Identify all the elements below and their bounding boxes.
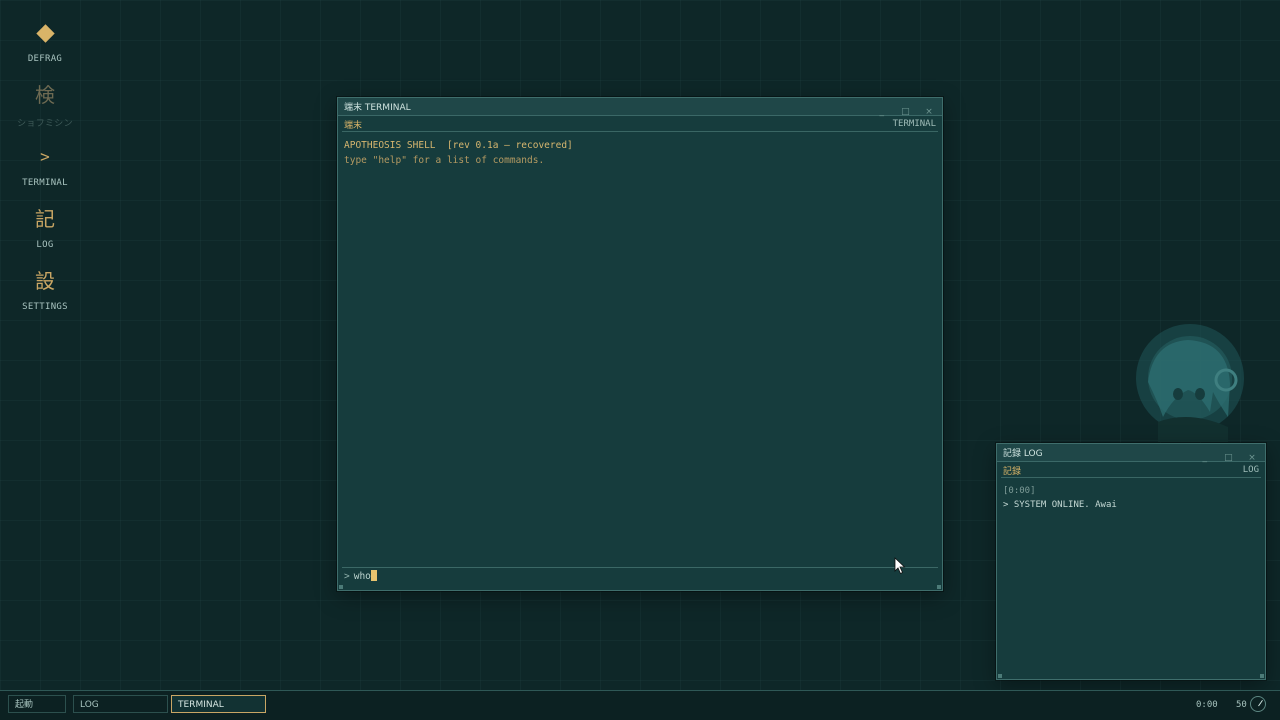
log-subheader-kanji: 記録	[1003, 467, 1022, 477]
resize-grip-icon[interactable]	[1260, 674, 1264, 678]
desktop-icon-column: DEFRAG 検 ショフミシン > TERMINAL 記 LOG 設 SETTI…	[10, 18, 80, 328]
log-kanji-icon: 記	[35, 207, 55, 231]
terminal-subheader-kanji: 端末	[344, 121, 363, 131]
taskbar-button-log[interactable]: LOG	[73, 695, 168, 713]
gauge-icon[interactable]	[1250, 696, 1266, 712]
desktop-icon-label: SETTINGS	[22, 302, 68, 312]
mouse-pointer-icon	[894, 557, 906, 575]
desktop-icon-search[interactable]: 検 ショフミシン	[10, 80, 80, 142]
terminal-subheader-label: TERMINAL	[892, 119, 936, 129]
terminal-title: 端末 TERMINAL	[344, 103, 411, 113]
desktop-icon-label: ショフミシン	[17, 119, 73, 129]
prompt-chevron-icon: >	[344, 571, 350, 582]
desktop-icon-settings[interactable]: 設 SETTINGS	[10, 266, 80, 328]
terminal-input-row[interactable]: > who	[344, 570, 377, 584]
terminal-output-line: type "help" for a list of commands.	[344, 155, 545, 166]
terminal-titlebar[interactable]: 端末 TERMINAL _ □ ×	[338, 98, 942, 117]
desktop-icon-label: TERMINAL	[22, 178, 68, 188]
terminal-prompt-icon: >	[40, 147, 50, 166]
resize-grip-icon[interactable]	[937, 585, 941, 589]
log-window[interactable]: 記録 LOG _ □ × 記録 LOG [0:00] > SYSTEM ONLI…	[996, 443, 1266, 680]
resize-grip-icon[interactable]	[339, 585, 343, 589]
terminal-input[interactable]: who	[354, 571, 371, 582]
text-cursor-icon	[370, 570, 377, 581]
settings-kanji-icon: 設	[35, 269, 55, 293]
search-kanji-icon: 検	[35, 83, 55, 107]
defrag-diamond-icon	[10, 18, 80, 48]
log-output: [0:00] > SYSTEM ONLINE. Awai	[1003, 484, 1259, 512]
log-subheader-label: LOG	[1242, 465, 1259, 475]
taskbar-button-terminal[interactable]: TERMINAL	[171, 695, 266, 713]
log-title: 記録 LOG	[1003, 449, 1043, 459]
desktop-icon-defrag[interactable]: DEFRAG	[10, 18, 80, 80]
prompt-divider	[342, 567, 938, 568]
desktop-icon-label: DEFRAG	[27, 54, 63, 64]
log-titlebar[interactable]: 記録 LOG _ □ ×	[997, 444, 1265, 463]
fps-counter: 50	[1236, 700, 1247, 710]
log-subheader: 記録 LOG	[1001, 462, 1261, 478]
log-timestamp: [0:00]	[1003, 486, 1036, 496]
terminal-output-line: APOTHEOSIS SHELL [rev 0.1a — recovered]	[344, 140, 573, 151]
start-button[interactable]: 起動	[8, 695, 66, 713]
resize-grip-icon[interactable]	[998, 674, 1002, 678]
desktop: DEFRAG 検 ショフミシン > TERMINAL 記 LOG 設 SETTI…	[0, 0, 1280, 720]
log-entry: > SYSTEM ONLINE. Awai	[1003, 500, 1117, 510]
desktop-icon-label: LOG	[36, 240, 54, 250]
terminal-output: APOTHEOSIS SHELL [rev 0.1a — recovered] …	[344, 138, 936, 168]
terminal-subheader: 端末 TERMINAL	[342, 116, 938, 132]
taskbar-clock: 0:00	[1196, 700, 1218, 710]
desktop-icon-terminal[interactable]: > TERMINAL	[10, 142, 80, 204]
terminal-window[interactable]: 端末 TERMINAL _ □ × 端末 TERMINAL APOTHEOSIS…	[337, 97, 943, 591]
taskbar: 起動 LOG TERMINAL 0:00 50	[0, 690, 1280, 720]
mascot-character-image	[1136, 324, 1244, 442]
desktop-icon-log[interactable]: 記 LOG	[10, 204, 80, 266]
